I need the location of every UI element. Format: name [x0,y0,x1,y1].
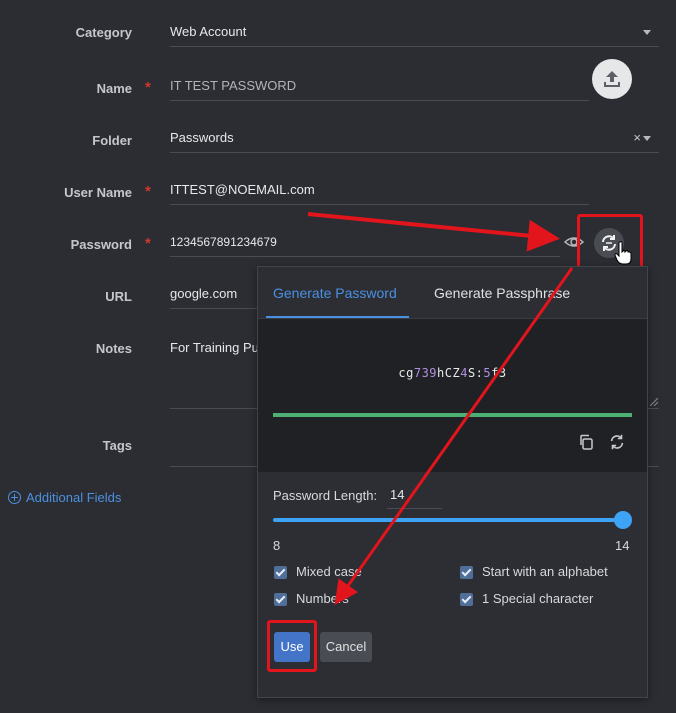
pw-segment: f3 [491,366,507,380]
notes-label: Notes [95,341,132,356]
username-input[interactable]: ITTEST@NOEMAIL.com [170,176,589,205]
length-min: 8 [273,538,281,553]
name-label: Name [96,81,132,96]
url-value: google.com [170,286,238,301]
tags-label: Tags [102,438,132,453]
upload-icon [604,71,620,87]
category-label: Category [75,25,132,40]
password-strength-bar [273,413,632,417]
password-value: 1234567891234679 [170,235,277,249]
password-input[interactable]: 1234567891234679 [170,228,560,257]
chevron-down-icon[interactable] [643,30,651,35]
name-value: IT TEST PASSWORD [170,78,297,93]
pw-segment: cg [398,366,414,380]
tab-generate-password[interactable]: Generate Password [273,285,397,301]
password-length-label: Password Length: [273,488,378,503]
additional-fields-link[interactable]: Additional Fields [8,490,121,505]
required-mark: * [145,183,151,200]
annotation-box-use [267,620,317,672]
password-label: Password [70,237,132,252]
copy-icon[interactable] [578,434,594,450]
regenerate-icon[interactable] [608,433,626,451]
name-input[interactable]: IT TEST PASSWORD [170,72,589,101]
required-mark: * [145,79,151,96]
numbers-label: Numbers [296,591,349,606]
tab-generate-passphrase[interactable]: Generate Passphrase [434,285,570,301]
notes-value: For Training Pu [170,340,259,355]
numbers-checkbox[interactable] [274,593,287,606]
upload-button[interactable] [592,59,632,99]
generated-password[interactable]: cg739hCZ4S:5f3 [258,366,647,380]
password-length-slider[interactable] [273,518,623,522]
special-char-checkbox[interactable] [460,593,473,606]
start-alphabet-checkbox[interactable] [460,566,473,579]
start-alphabet-label: Start with an alphabet [482,564,608,579]
mixed-case-checkbox[interactable] [274,566,287,579]
folder-select[interactable]: Passwords × [170,124,659,153]
slider-thumb[interactable] [614,511,632,529]
pw-digits: 5 [483,366,492,380]
cancel-button[interactable]: Cancel [320,632,372,662]
pw-segment: S: [467,366,484,380]
resize-handle-icon[interactable] [650,398,658,406]
chevron-down-icon[interactable] [643,136,651,141]
url-input[interactable]: google.com [170,280,257,309]
password-length-input[interactable]: 14 [387,482,442,509]
annotation-box-generate [577,214,643,270]
category-value: Web Account [170,24,247,39]
clear-icon[interactable]: × [633,124,641,152]
generated-password-panel: cg739hCZ4S:5f3 [258,319,647,472]
pw-segment: hCZ [437,366,461,380]
pw-digits: 4 [460,366,468,380]
special-char-label: 1 Special character [482,591,594,606]
required-mark: * [145,235,151,252]
additional-fields-label: Additional Fields [26,490,122,505]
folder-label: Folder [92,133,132,148]
length-max: 14 [615,538,630,553]
category-select[interactable]: Web Account [170,18,659,47]
url-label: URL [105,289,132,304]
username-label: User Name [64,185,132,200]
pw-digits: 739 [413,366,438,380]
plus-circle-icon [8,491,21,504]
mixed-case-label: Mixed case [296,564,362,579]
active-tab-indicator [266,316,409,318]
username-value: ITTEST@NOEMAIL.com [170,182,315,197]
folder-value: Passwords [170,130,234,145]
